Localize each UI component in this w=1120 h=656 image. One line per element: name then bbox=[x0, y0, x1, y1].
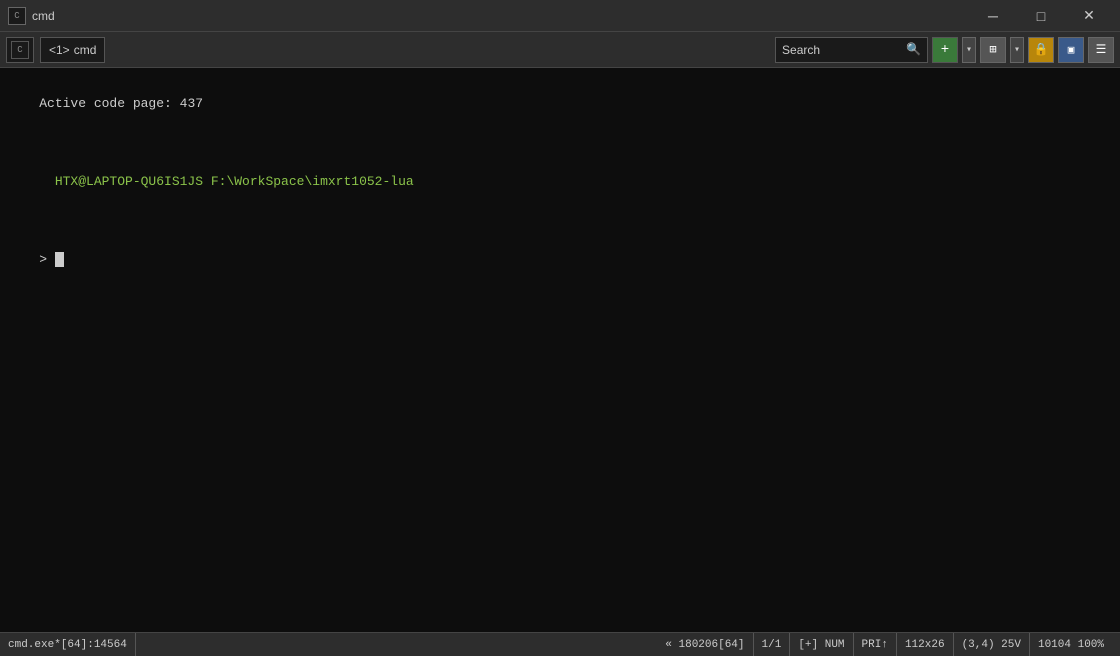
status-pos3: [+] NUM bbox=[790, 633, 853, 656]
status-right: « 180206[64] 1/1 [+] NUM PRI↑ 112x26 (3,… bbox=[665, 633, 1112, 656]
menu-icon: ☰ bbox=[1096, 42, 1107, 57]
window-title: cmd bbox=[32, 9, 55, 23]
panels-icon: ▣ bbox=[1068, 43, 1075, 57]
search-input[interactable] bbox=[782, 43, 902, 57]
terminal-user-path: HTX@LAPTOP-QU6IS1JS F:\WorkSpace\imxrt10… bbox=[8, 174, 414, 209]
maximize-button[interactable]: □ bbox=[1018, 0, 1064, 32]
title-bar: C cmd ─ □ ✕ bbox=[0, 0, 1120, 32]
status-pos2: 1/1 bbox=[754, 633, 791, 656]
prompt-symbol: > bbox=[39, 252, 55, 267]
dropdown-chevron[interactable]: ▾ bbox=[962, 37, 976, 63]
lock-button[interactable]: 🔒 bbox=[1028, 37, 1054, 63]
status-filename: cmd.exe*[64]:14564 bbox=[8, 633, 136, 656]
tab-icon-group: C bbox=[6, 37, 34, 63]
status-pos6: (3,4) 25V bbox=[954, 633, 1030, 656]
terminal-line-2: HTX@LAPTOP-QU6IS1JS F:\WorkSpace\imxrt10… bbox=[8, 133, 1112, 231]
tab-title: cmd bbox=[74, 43, 97, 57]
menu-button[interactable]: ☰ bbox=[1088, 37, 1114, 63]
toolbar: C <1> cmd 🔍 + ▾ ⊞ ▾ 🔒 ▣ ☰ bbox=[0, 32, 1120, 68]
status-pos7: 10104 100% bbox=[1030, 633, 1112, 656]
tab-item[interactable]: <1> cmd bbox=[40, 37, 105, 63]
status-pos1: « 180206[64] bbox=[665, 633, 753, 656]
grid-icon: ⊞ bbox=[989, 42, 996, 57]
status-bar: cmd.exe*[64]:14564 « 180206[64] 1/1 [+] … bbox=[0, 632, 1120, 656]
window-controls: ─ □ ✕ bbox=[970, 0, 1112, 32]
search-area: 🔍 + ▾ ⊞ ▾ 🔒 ▣ ☰ bbox=[775, 37, 1114, 63]
terminal-path: F:\WorkSpace\imxrt1052-lua bbox=[203, 174, 414, 189]
app-icon: C bbox=[8, 7, 26, 25]
status-pos4: PRI↑ bbox=[854, 633, 897, 656]
active-code-text: Active code page: 437 bbox=[39, 96, 203, 111]
tab-app-icon: C bbox=[11, 41, 29, 59]
terminal-body[interactable]: Active code page: 437 HTX@LAPTOP-QU6IS1J… bbox=[0, 68, 1120, 632]
add-button[interactable]: + bbox=[932, 37, 958, 63]
search-icon[interactable]: 🔍 bbox=[906, 42, 921, 57]
panels-button[interactable]: ▣ bbox=[1058, 37, 1084, 63]
terminal-cursor bbox=[55, 252, 64, 267]
terminal-user: HTX@LAPTOP-QU6IS1JS bbox=[55, 174, 203, 189]
grid-dropdown-chevron[interactable]: ▾ bbox=[1010, 37, 1024, 63]
terminal-prompt-line: > bbox=[8, 230, 1112, 289]
app-icon-text: C bbox=[14, 11, 19, 21]
grid-button[interactable]: ⊞ bbox=[980, 37, 1006, 63]
minimize-button[interactable]: ─ bbox=[970, 0, 1016, 32]
search-box[interactable]: 🔍 bbox=[775, 37, 928, 63]
lock-icon: 🔒 bbox=[1034, 42, 1049, 57]
status-pos5: 112x26 bbox=[897, 633, 954, 656]
terminal-line-1: Active code page: 437 bbox=[8, 74, 1112, 133]
tab-number: <1> bbox=[49, 43, 70, 57]
close-button[interactable]: ✕ bbox=[1066, 0, 1112, 32]
